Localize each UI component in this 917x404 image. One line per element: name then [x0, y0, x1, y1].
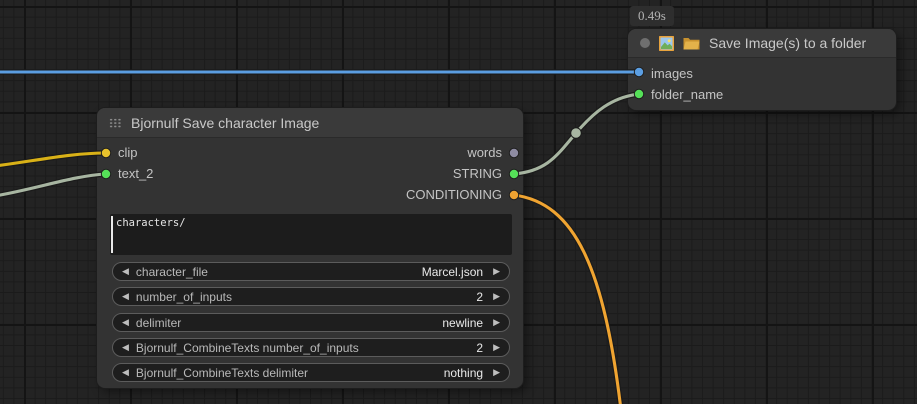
output-slot-label-string: STRING: [453, 163, 502, 184]
input-slot-label-images: images: [651, 63, 693, 84]
node-graph-canvas[interactable]: Bjornulf Save character Image clip text_…: [0, 0, 917, 404]
output-slot-label-conditioning: CONDITIONING: [406, 184, 502, 205]
widget-number-of-inputs[interactable]: ◀ number_of_inputs 2 ▶: [112, 287, 510, 306]
node-title-bar[interactable]: Save Image(s) to a folder: [628, 29, 896, 58]
wire-string-to-folder-name-link: [514, 94, 639, 174]
text-cursor: [111, 216, 113, 253]
decrement-arrow-icon[interactable]: ◀: [122, 343, 129, 352]
node-title: Bjornulf Save character Image: [131, 115, 319, 131]
wire-conditioning-link: [514, 195, 621, 404]
widget-label: Bjornulf_CombineTexts delimiter: [136, 366, 437, 380]
node-bjornulf-save-character-image[interactable]: Bjornulf Save character Image clip text_…: [97, 108, 523, 388]
decrement-arrow-icon[interactable]: ◀: [122, 318, 129, 327]
decrement-arrow-icon[interactable]: ◀: [122, 292, 129, 301]
node-save-images-to-folder[interactable]: Save Image(s) to a folder images folder_…: [628, 29, 896, 110]
text-area-value: characters/: [116, 217, 186, 229]
input-slot-label-text2: text_2: [118, 163, 153, 184]
output-slot-label-words: words: [467, 142, 502, 163]
widget-value: Marcel.json: [422, 265, 483, 279]
widget-label: delimiter: [136, 316, 435, 330]
wire-clip-link: [0, 153, 106, 166]
increment-arrow-icon[interactable]: ▶: [493, 318, 500, 327]
input-slot-label-folder-name: folder_name: [651, 84, 723, 105]
widget-combinetexts-number-of-inputs[interactable]: ◀ Bjornulf_CombineTexts number_of_inputs…: [112, 338, 510, 357]
increment-arrow-icon[interactable]: ▶: [493, 267, 500, 276]
node-title: Save Image(s) to a folder: [709, 35, 866, 51]
widget-value: nothing: [444, 366, 483, 380]
decrement-arrow-icon[interactable]: ◀: [122, 267, 129, 276]
increment-arrow-icon[interactable]: ▶: [493, 343, 500, 352]
widget-delimiter[interactable]: ◀ delimiter newline ▶: [112, 313, 510, 332]
widget-label: number_of_inputs: [136, 290, 469, 304]
wire-text2-link: [0, 174, 106, 196]
execution-time-badge: 0.49s: [630, 6, 674, 26]
decrement-arrow-icon[interactable]: ◀: [122, 368, 129, 377]
folder-icon: [683, 36, 700, 50]
text-input-area[interactable]: characters/: [110, 214, 512, 255]
widget-value: newline: [442, 316, 483, 330]
widget-label: Bjornulf_CombineTexts number_of_inputs: [136, 341, 469, 355]
link-midpoint-dot[interactable]: [571, 128, 582, 139]
widget-character-file[interactable]: ◀ character_file Marcel.json ▶: [112, 262, 510, 281]
increment-arrow-icon[interactable]: ▶: [493, 368, 500, 377]
grid-dots-icon: [109, 118, 122, 128]
input-slot-label-clip: clip: [118, 142, 138, 163]
node-title-bar[interactable]: Bjornulf Save character Image: [97, 108, 523, 138]
widget-value: 2: [476, 290, 483, 304]
picture-icon: [659, 36, 674, 51]
increment-arrow-icon[interactable]: ▶: [493, 292, 500, 301]
widget-combinetexts-delimiter[interactable]: ◀ Bjornulf_CombineTexts delimiter nothin…: [112, 363, 510, 382]
widget-value: 2: [476, 341, 483, 355]
widget-label: character_file: [136, 265, 415, 279]
collapse-toggle-icon[interactable]: [640, 38, 650, 48]
